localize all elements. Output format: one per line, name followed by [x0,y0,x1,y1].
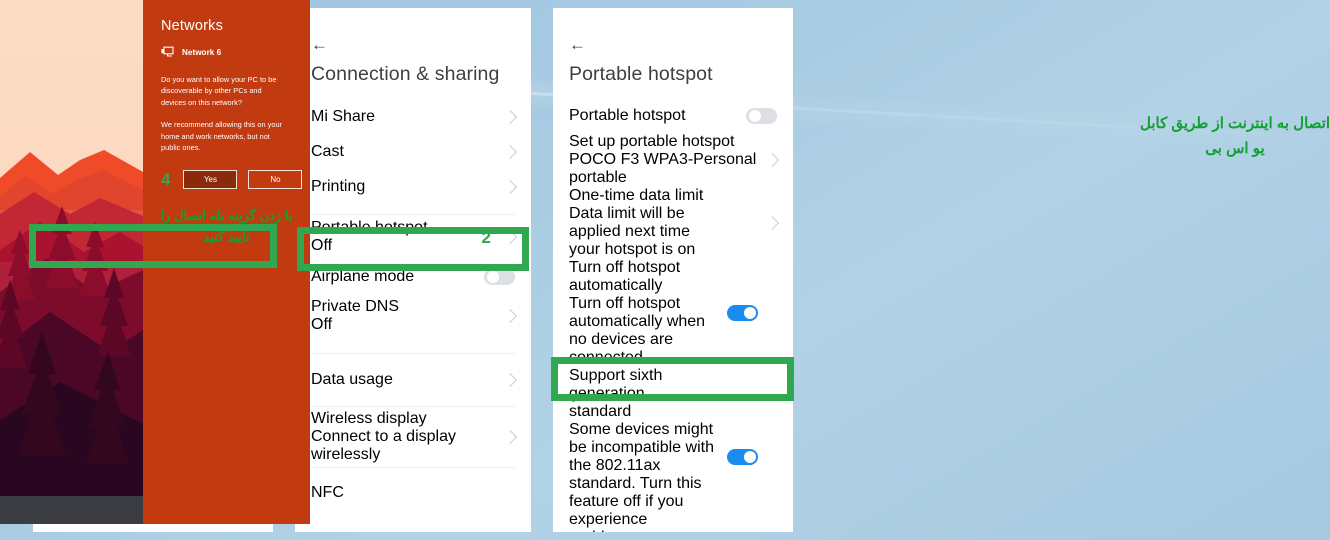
list-item-airplane-mode[interactable]: Airplane mode [295,259,531,295]
page-title: Connection & sharing [311,63,500,85]
list-item-label: One-time data limit [569,187,704,205]
list-item-label: Portable hotspot [569,107,686,125]
network-entry[interactable]: Network 6 [143,34,310,58]
connection-sharing-screen: ← Connection & sharing Mi Share Cast Pri… [295,8,531,532]
chevron-right-icon [502,109,518,124]
list-item-sublabel: Off [311,237,333,255]
list-item-private-dns[interactable]: Private DNS Off [295,295,531,337]
list-item-one-time-data-limit[interactable]: One-time data limit Data limit will be a… [553,187,793,259]
page-title: Portable hotspot [569,63,713,85]
list-item-sublabel: Connect to a display wirelessly [311,428,456,464]
list-item-label: Support sixth generation standard [569,367,663,421]
dialog-recommendation: We recommend allowing this on your home … [161,120,283,153]
list-item-portable-hotspot[interactable]: Portable hotspot [553,99,793,133]
airplane-mode-toggle[interactable] [484,269,515,286]
list-item-label: Set up portable hotspot [569,133,735,151]
list-item-support-sixth-generation[interactable]: Support sixth generation standard Some d… [553,367,793,532]
chevron-right-icon [502,309,518,324]
chevron-right-icon [502,373,518,388]
chevron-right-icon [502,430,518,445]
dialog-title: Networks [161,18,224,34]
list-item-printing[interactable]: Printing [295,169,531,204]
list-item-sublabel: Data limit will be applied next time you… [569,205,696,259]
list-item-sublabel: POCO F3 WPA3-Personal portable [569,151,757,187]
list-item-label: Airplane mode [311,268,415,286]
list-item-label: Mi Share [311,107,376,125]
step-marker-2: 2 [481,227,491,247]
list-item-mi-share[interactable]: Mi Share [295,99,531,134]
chevron-right-icon [502,144,518,159]
chevron-right-icon [502,230,518,245]
chevron-right-icon [764,153,780,168]
chevron-right-icon [764,216,780,231]
list-item-label: Turn off hotspot automatically [569,259,681,295]
list-item-cast[interactable]: Cast [295,134,531,169]
list-item-set-up-hotspot[interactable]: Set up portable hotspot POCO F3 WPA3-Per… [553,133,793,187]
persian-side-note: اتصال به اینترنت از طریق کابل یو اس بی [1139,115,1330,157]
networks-dialog: Networks Network 6 Do you want to allow … [143,0,310,524]
list-item-label: Portable hotspot [311,219,428,237]
list-item-label: Wireless display [311,410,427,428]
list-item-label: Printing [311,177,366,195]
no-button[interactable]: No [248,169,303,189]
turn-off-hotspot-automatically-toggle[interactable] [727,305,758,322]
persian-instruction-note: با زدن گزینه بله اتصال را تایید کنید [160,207,293,245]
yes-button[interactable]: Yes [183,169,238,189]
phone-screen-with-dialog: Networks Network 6 Do you want to allow … [0,0,310,524]
pc-monitor-icon [161,46,174,58]
support-sixth-generation-toggle[interactable] [727,449,758,466]
list-item-turn-off-hotspot-automatically[interactable]: Turn off hotspot automatically Turn off … [553,259,793,367]
list-item-sublabel: Turn off hotspot automatically when no d… [569,295,706,367]
dialog-question: Do you want to allow your PC to be disco… [161,75,277,107]
list-item-sublabel: Off [311,316,333,334]
list-item-sublabel: Some devices might be incompatible with … [569,421,714,532]
back-button[interactable]: ← [295,8,531,63]
portable-hotspot-screen: ← Portable hotspot Portable hotspot Set … [553,8,793,532]
list-item-label: Cast [311,142,344,160]
section-header-nfc: NFC [311,484,344,502]
list-item-wireless-display[interactable]: Wireless display Connect to a display wi… [295,407,531,467]
list-item-label: Private DNS [311,298,400,316]
wallpaper-image [0,0,143,524]
network-name: Network 6 [182,47,222,57]
back-button[interactable]: ← [553,8,793,63]
list-item-portable-hotspot[interactable]: Portable hotspot Off 2 [295,215,531,259]
chevron-right-icon [502,179,518,194]
list-item-data-usage[interactable]: Data usage [295,354,531,406]
step-marker-4: 4 [161,169,171,189]
list-item-label: Data usage [311,371,393,389]
portable-hotspot-toggle[interactable] [746,108,777,125]
